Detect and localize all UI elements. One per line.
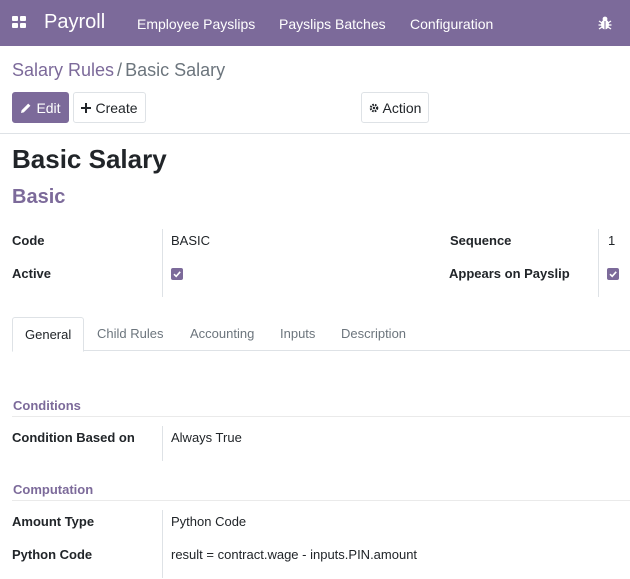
conditions-separator — [12, 416, 630, 417]
python-code-value: result = contract.wage - inputs.PIN.amou… — [171, 547, 418, 562]
active-checkbox[interactable] — [171, 268, 183, 280]
tab-general[interactable]: General — [12, 317, 84, 352]
check-icon — [173, 271, 181, 278]
breadcrumb: Salary Rules / Basic Salary — [12, 60, 225, 81]
tab-accounting[interactable]: Accounting — [190, 326, 254, 341]
menu-configuration[interactable]: Configuration — [410, 16, 493, 32]
code-value: BASIC — [171, 233, 211, 248]
tab-description[interactable]: Description — [341, 326, 406, 341]
tab-child-rules[interactable]: Child Rules — [97, 326, 163, 341]
sequence-label: Sequence — [450, 233, 512, 248]
active-label: Active — [12, 266, 52, 281]
computation-separator — [12, 500, 630, 501]
tabs-baseline — [12, 350, 630, 351]
conditions-field-divider — [162, 426, 163, 461]
apps-grid-icon[interactable] — [12, 16, 27, 30]
amount-type-value: Python Code — [171, 514, 247, 529]
field-divider-right — [598, 229, 599, 297]
pencil-icon — [21, 103, 31, 113]
conditions-heading: Conditions — [13, 398, 81, 413]
appears-on-payslip-checkbox[interactable] — [607, 268, 619, 280]
computation-heading: Computation — [13, 482, 94, 497]
edit-button[interactable]: Edit — [12, 92, 69, 123]
sequence-value: 1 — [608, 233, 616, 248]
amount-type-label: Amount Type — [12, 514, 95, 529]
check-icon — [609, 271, 617, 278]
action-button-label: Action — [382, 99, 422, 116]
app-brand[interactable]: Payroll — [44, 11, 105, 34]
menu-payslips-batches[interactable]: Payslips Batches — [279, 16, 386, 32]
tab-inputs[interactable]: Inputs — [280, 326, 315, 341]
field-divider-left — [162, 229, 163, 297]
condition-based-on-value: Always True — [171, 430, 242, 445]
computation-field-divider — [162, 510, 163, 578]
edit-button-label: Edit — [36, 99, 61, 116]
record-title: Basic Salary — [12, 144, 167, 174]
record-subtitle: Basic — [12, 186, 66, 208]
control-panel-divider — [0, 133, 630, 134]
condition-based-on-label: Condition Based on — [12, 430, 135, 445]
code-label: Code — [12, 233, 45, 248]
breadcrumb-current: Basic Salary — [125, 60, 226, 80]
breadcrumb-parent[interactable]: Salary Rules — [12, 60, 114, 80]
action-button[interactable]: Action — [361, 92, 429, 123]
menu-employee-payslips[interactable]: Employee Payslips — [137, 16, 255, 32]
bug-icon[interactable] — [597, 15, 613, 31]
tab-general-label: General — [25, 327, 72, 342]
appears-on-payslip-label: Appears on Payslip — [449, 266, 570, 281]
create-button[interactable]: Create — [73, 92, 146, 123]
top-navbar: Payroll Employee Payslips Payslips Batch… — [0, 0, 630, 46]
breadcrumb-separator: / — [117, 60, 123, 80]
create-button-label: Create — [95, 99, 138, 116]
gear-icon — [369, 103, 378, 112]
plus-icon — [81, 102, 92, 113]
python-code-label: Python Code — [12, 547, 93, 562]
